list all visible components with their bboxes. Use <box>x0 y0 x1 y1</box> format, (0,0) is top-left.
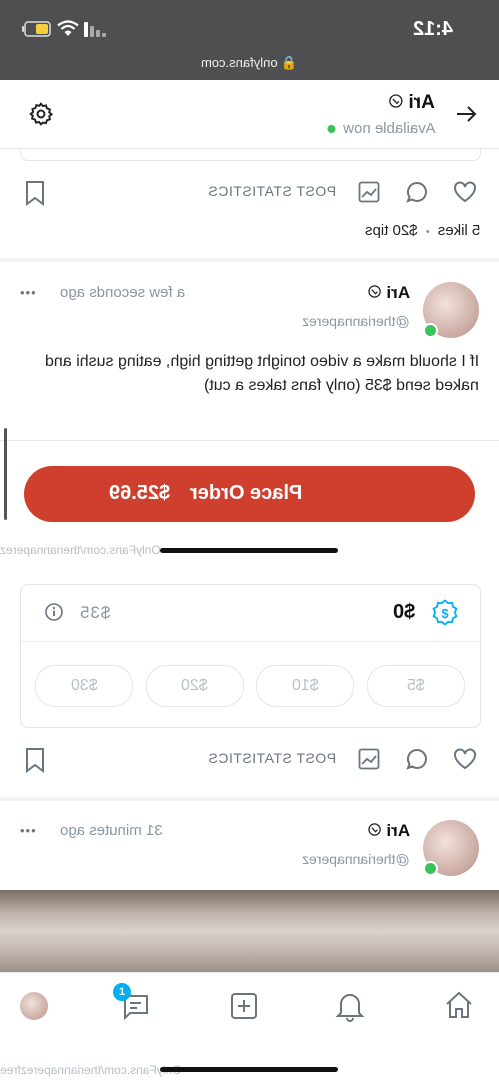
watermark: OnlyFans.com/theriannaperez <box>0 543 161 557</box>
post-statistics-button[interactable]: POST STATISTICS <box>208 750 336 768</box>
verified-icon <box>367 823 382 840</box>
header-status: Available now <box>310 120 435 138</box>
separator-dot: • <box>425 226 430 238</box>
verified-icon <box>388 94 404 112</box>
post-author-handle: @theriannaperez <box>302 313 410 329</box>
tip-chip-30[interactable]: $30 <box>35 665 133 707</box>
status-bar: 4:12 🔒 onlyfans.com <box>0 0 499 80</box>
clock: 4:12 <box>413 18 454 40</box>
header-title: Ari <box>310 92 435 114</box>
post-separator <box>0 797 499 801</box>
notifications-bell-icon[interactable] <box>335 990 365 1027</box>
url-bar[interactable]: 🔒 onlyfans.com <box>0 54 499 72</box>
tip-chips: $30 $20 $10 $5 <box>35 665 465 707</box>
more-options-button[interactable]: ••• <box>20 284 37 302</box>
post3-handle[interactable]: @theriannaperez <box>250 851 410 869</box>
bottom-nav: 1 OnlyFans.com/theriannaperezfree <box>0 972 499 1081</box>
availability-text: Available now <box>342 120 435 137</box>
likes-count[interactable]: 5 likes <box>437 222 480 239</box>
order-label: Place Order <box>190 482 303 504</box>
header-name: Ari <box>408 92 435 113</box>
post3-author[interactable]: Ari <box>300 821 410 841</box>
order-amount: $25.69 <box>109 482 171 504</box>
settings-gear-icon[interactable] <box>28 101 54 132</box>
tip-chip-10[interactable]: $10 <box>256 665 355 707</box>
post-timestamp: a few seconds ago <box>60 284 186 301</box>
post-media-image[interactable] <box>0 890 499 972</box>
post-text-line-1: If I should make a video tonight getting… <box>44 353 479 370</box>
post-text: If I should make a video tonight getting… <box>20 350 479 398</box>
post2-author[interactable]: Ari <box>300 283 410 303</box>
back-arrow-icon[interactable] <box>454 102 478 131</box>
chat-header: Ari Available now <box>0 80 499 149</box>
tip-current-amount: $0 <box>393 601 416 623</box>
verified-icon <box>367 285 382 302</box>
comment-icon[interactable] <box>405 180 429 209</box>
watermark: OnlyFans.com/theriannaperezfree <box>0 1063 182 1077</box>
home-indicator <box>160 1067 338 1072</box>
scroll-indicator[interactable] <box>4 428 7 520</box>
like-heart-icon[interactable] <box>453 748 477 775</box>
wifi-icon <box>57 20 79 42</box>
url-text: onlyfans.com <box>201 55 278 70</box>
messages-badge: 1 <box>113 983 131 1001</box>
tip-goal-card: $35 $0 $ $30 $20 $10 $5 <box>20 584 481 728</box>
tip-chip-20[interactable]: $20 <box>145 665 244 707</box>
stats-chart-icon[interactable] <box>358 181 380 208</box>
comment-icon[interactable] <box>405 747 429 776</box>
post-text-line-2: naked send $35 (only fans takes a cut) <box>204 377 479 394</box>
post-statistics-button[interactable]: POST STATISTICS <box>208 183 336 201</box>
post2-handle[interactable]: @theriannaperez <box>250 313 410 331</box>
online-indicator <box>423 861 438 876</box>
add-post-icon[interactable] <box>229 991 259 1026</box>
post-timestamp: 31 minutes ago <box>60 822 163 839</box>
prev-tip-card-edge <box>20 148 481 161</box>
bookmark-icon[interactable] <box>24 747 46 778</box>
like-heart-icon[interactable] <box>453 181 477 208</box>
info-icon[interactable] <box>45 603 63 626</box>
svg-text:$: $ <box>441 606 449 621</box>
card-divider <box>21 641 480 642</box>
stats-chart-icon[interactable] <box>358 748 380 775</box>
divider <box>0 440 499 441</box>
home-icon[interactable] <box>443 989 475 1026</box>
tip-goal-amount: $35 <box>79 603 111 622</box>
online-indicator <box>423 323 438 338</box>
post1-engagement: 5 likes • $20 tips <box>300 222 480 240</box>
signal-icon <box>84 22 106 42</box>
dollar-badge-icon: $ <box>431 599 459 632</box>
tips-count[interactable]: $20 tips <box>365 222 418 239</box>
battery-icon <box>22 21 52 42</box>
tip-chip-5[interactable]: $5 <box>366 665 465 707</box>
post-separator <box>0 258 499 262</box>
home-indicator <box>160 548 338 553</box>
bookmark-icon[interactable] <box>24 180 46 206</box>
post-stats-label: POST STATISTICS <box>208 183 337 199</box>
more-options-button[interactable]: ••• <box>20 822 37 840</box>
online-dot <box>326 125 335 133</box>
post-author-name: Ari <box>386 283 410 302</box>
post-author-name: Ari <box>386 821 410 840</box>
lock-icon: 🔒 <box>281 55 298 70</box>
post-author-handle: @theriannaperez <box>302 851 410 867</box>
profile-avatar-tab[interactable] <box>20 992 48 1020</box>
place-order-button[interactable]: $25.69 Place Order <box>24 466 475 522</box>
